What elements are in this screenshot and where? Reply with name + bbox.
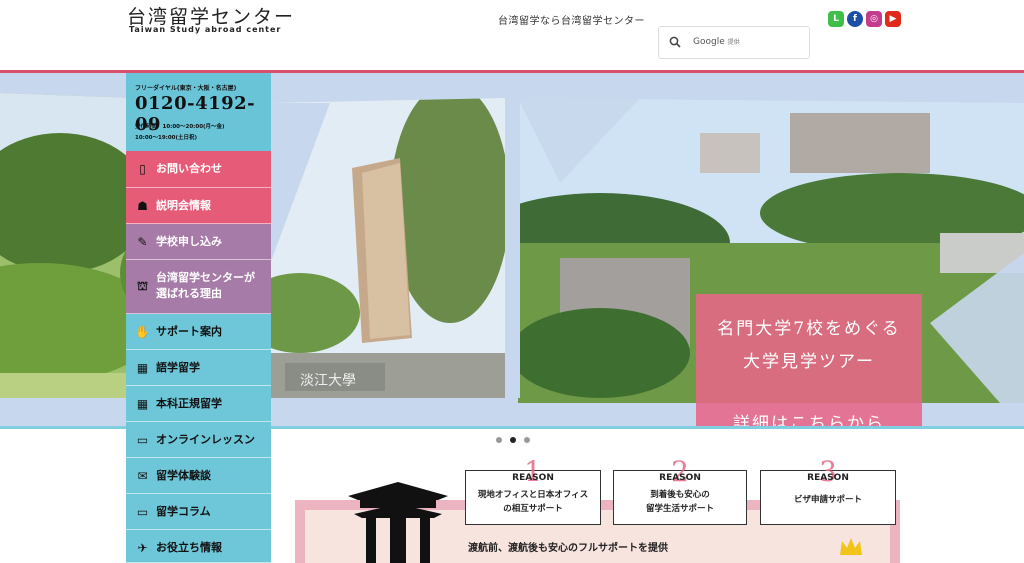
side-navigation: フリーダイヤル(東京・大阪・名古屋) 0120-4192-09 受付時間 10:… (126, 73, 271, 563)
free-dial-box[interactable]: フリーダイヤル(東京・大阪・名古屋) 0120-4192-09 受付時間 10:… (126, 73, 271, 151)
nav-item-support[interactable]: ✋ サポート案内 (126, 314, 271, 350)
header-tagline: 台湾留学なら台湾留学センター (498, 16, 645, 27)
promo-line-1: 名門大学7校をめぐる (717, 319, 901, 339)
tour-promo-banner[interactable]: 名門大学7校をめぐる 大学見学ツアー 詳細はこちらから (696, 294, 922, 428)
reason-card-1[interactable]: 1 REASON 現地オフィスと日本オフィス の相互サポート (465, 455, 601, 525)
chat-icon: ✉ (137, 468, 148, 483)
nav-item-column[interactable]: ▭ 留学コラム (126, 494, 271, 530)
line-icon[interactable]: L (828, 11, 844, 27)
nav-item-info[interactable]: ✈ お役立ち情報 (126, 530, 271, 563)
building-icon: ▦ (136, 396, 149, 411)
book-icon: ▭ (136, 432, 149, 447)
reason-text: 現地オフィスと日本オフィス の相互サポート (477, 490, 589, 514)
building-icon: ▦ (136, 360, 149, 375)
search-icon (669, 36, 681, 48)
promo-line-2: 大学見学ツアー (743, 352, 875, 372)
reason-card-2[interactable]: 2 REASON 到着後も安心の 留学生活サポート (613, 455, 747, 525)
hours-weekend: 10:00〜19:00(土日祝) (135, 135, 198, 141)
reason-text: ビザ申請サポート (793, 495, 862, 505)
reason-number: 2 (671, 455, 689, 488)
nav-item-degree[interactable]: ▦ 本科正規留学 (126, 386, 271, 422)
university-sign: 淡江大學 (300, 373, 356, 389)
hours-weekday: 受付時間 10:00〜20:00(月〜金) (135, 124, 225, 130)
reason-label: REASON (512, 473, 554, 483)
site-header: 台湾留学センター Taiwan Study abroad center 台湾留学… (0, 0, 1024, 70)
slider-dot-2[interactable] (510, 437, 516, 443)
slider-dot-3[interactable] (524, 437, 530, 443)
facebook-icon[interactable]: f (847, 11, 863, 27)
instagram-icon[interactable]: ◎ (866, 11, 882, 27)
reason-number: 1 (524, 455, 542, 488)
free-dial-label: フリーダイヤル(東京・大阪・名古屋) (135, 85, 237, 92)
nav-item-apply[interactable]: ✎ 学校申し込み (126, 224, 271, 260)
search-placeholder: Google 提供 (693, 37, 740, 47)
plane-icon: ✈ (137, 540, 148, 555)
site-logo-subtitle: Taiwan Study abroad center (129, 25, 282, 34)
slider-dot-1[interactable] (496, 437, 502, 443)
reason-card-3[interactable]: 3 REASON ビザ申請サポート (760, 455, 896, 525)
book-icon: ▭ (136, 504, 149, 519)
search-input[interactable]: Google 提供 (658, 26, 810, 59)
nav-item-reason[interactable]: ⛫ 台湾留学センターが 選ばれる理由 (126, 260, 271, 314)
nav-item-seminar[interactable]: ☗ 説明会情報 (126, 188, 271, 224)
hand-icon: ✋ (135, 324, 150, 339)
reason-subtitle: 渡航前、渡航後も安心のフルサポートを提供 (468, 543, 668, 554)
crown-icon (840, 538, 862, 555)
nav-item-online[interactable]: ▭ オンラインレッスン (126, 422, 271, 458)
presenter-icon: ☗ (137, 198, 148, 213)
nav-item-language[interactable]: ▦ 語学留学 (126, 350, 271, 386)
monument-icon: ⛫ (136, 278, 149, 293)
youtube-icon[interactable]: ▶ (885, 11, 901, 27)
nav-item-experience[interactable]: ✉ 留学体験談 (126, 458, 271, 494)
form-icon: ✎ (137, 234, 148, 249)
reason-text: 到着後も安心の 留学生活サポート (645, 490, 714, 514)
reason-label: REASON (807, 473, 849, 483)
gate-illustration (348, 482, 448, 563)
reason-label: REASON (659, 473, 701, 483)
reason-number: 3 (819, 455, 837, 488)
nav-item-inquiry[interactable]: ▯ お問い合わせ (126, 151, 271, 188)
phone-icon: ▯ (139, 161, 146, 176)
